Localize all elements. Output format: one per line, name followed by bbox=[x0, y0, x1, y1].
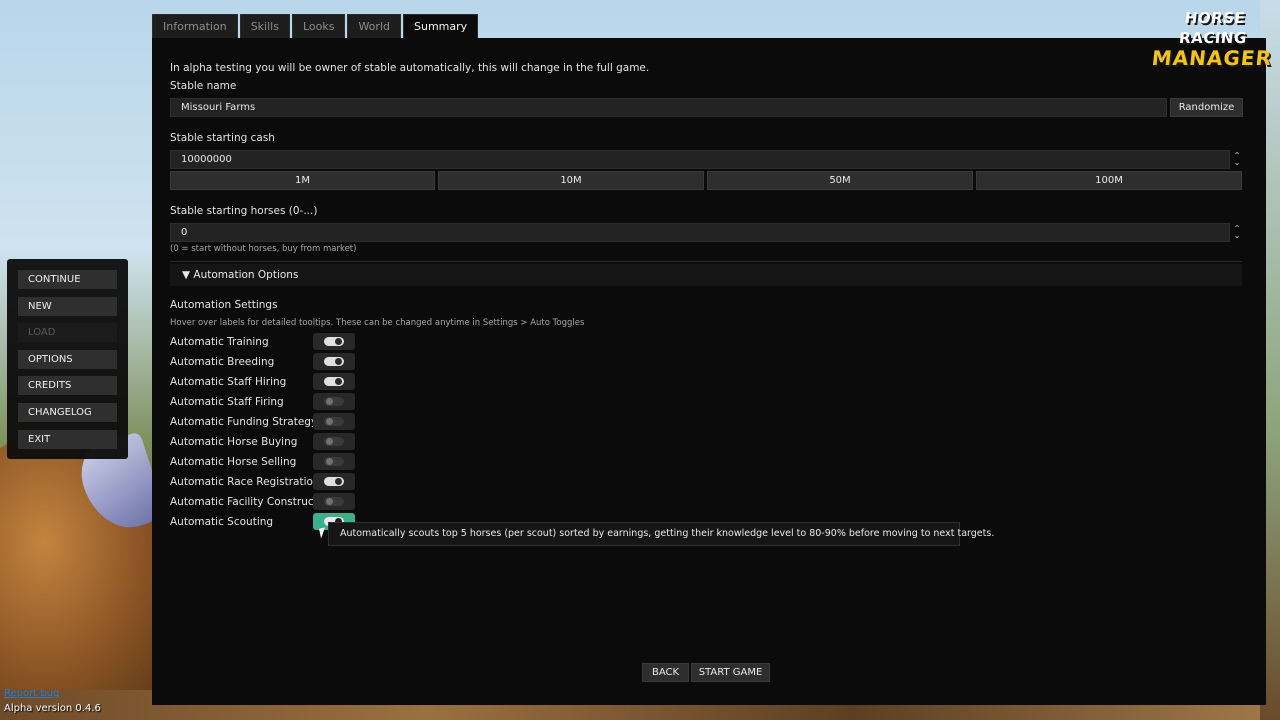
menu-options-button[interactable]: OPTIONS bbox=[18, 350, 117, 369]
menu-continue-button[interactable]: CONTINUE bbox=[18, 270, 117, 289]
toggle-row-training: Automatic Training bbox=[170, 333, 360, 353]
game-logo: HORSE RACING MANAGER bbox=[1150, 8, 1275, 70]
tab-looks[interactable]: Looks bbox=[291, 14, 346, 38]
section-divider bbox=[170, 261, 1242, 262]
starting-horses-label: Stable starting horses (0-...) bbox=[170, 205, 318, 217]
toggle-row-horse-buying: Automatic Horse Buying bbox=[170, 433, 360, 453]
automatic-staff-firing-toggle[interactable] bbox=[313, 393, 355, 410]
automatic-breeding-toggle[interactable] bbox=[313, 353, 355, 370]
toggle-row-staff-hiring: Automatic Staff Hiring bbox=[170, 373, 360, 393]
toggle-label: Automatic Horse Selling bbox=[170, 456, 297, 468]
tab-skills[interactable]: Skills bbox=[239, 14, 290, 38]
toggle-label: Automatic Race Registration bbox=[170, 476, 320, 488]
randomize-button[interactable]: Randomize bbox=[1170, 98, 1243, 117]
scouting-tooltip: Automatically scouts top 5 horses (per s… bbox=[328, 522, 994, 546]
toggle-row-breeding: Automatic Breeding bbox=[170, 353, 360, 373]
tab-summary[interactable]: Summary bbox=[402, 14, 479, 38]
toggle-row-funding-strategy: Automatic Funding Strategy bbox=[170, 413, 360, 433]
alpha-notice: In alpha testing you will be owner of st… bbox=[170, 62, 650, 74]
starting-cash-label: Stable starting cash bbox=[170, 132, 275, 144]
report-bug-link[interactable]: Report bug bbox=[4, 688, 59, 699]
summary-panel: In alpha testing you will be owner of st… bbox=[152, 38, 1266, 705]
toggle-row-staff-firing: Automatic Staff Firing bbox=[170, 393, 360, 413]
starting-horses-hint: (0 = start without horses, buy from mark… bbox=[170, 244, 357, 254]
cash-stepper[interactable]: ⌃ ⌄ bbox=[1232, 152, 1242, 167]
toggle-label: Automatic Staff Firing bbox=[170, 396, 284, 408]
automation-options-header[interactable]: ▼ Automation Options bbox=[170, 264, 1242, 286]
logo-line-2: MANAGER bbox=[1150, 46, 1274, 70]
menu-load-button: LOAD bbox=[18, 323, 117, 342]
starting-cash-input[interactable]: 10000000 bbox=[170, 150, 1230, 169]
toggle-row-race-registration: Automatic Race Registration bbox=[170, 473, 360, 493]
tab-information[interactable]: Information bbox=[152, 14, 238, 38]
toggle-label: Automatic Scouting bbox=[170, 516, 274, 528]
tab-bar: Information Skills Looks World Summary bbox=[152, 14, 479, 38]
menu-credits-button[interactable]: CREDITS bbox=[18, 376, 117, 395]
stepper-down-icon[interactable]: ⌄ bbox=[1232, 232, 1242, 240]
toggle-label: Automatic Funding Strategy bbox=[170, 416, 318, 428]
automatic-horse-buying-toggle[interactable] bbox=[313, 433, 355, 450]
automation-settings-title: Automation Settings bbox=[170, 299, 278, 311]
toggle-row-facility-construction: Automatic Facility Construction bbox=[170, 493, 360, 513]
version-label: Alpha version 0.4.6 bbox=[4, 703, 101, 714]
toggle-label: Automatic Staff Hiring bbox=[170, 376, 287, 388]
toggle-label: Automatic Horse Buying bbox=[170, 436, 298, 448]
menu-new-button[interactable]: NEW bbox=[18, 297, 117, 316]
cash-preset-10m-button[interactable]: 10M bbox=[438, 171, 704, 190]
automatic-horse-selling-toggle[interactable] bbox=[313, 453, 355, 470]
menu-exit-button[interactable]: EXIT bbox=[18, 430, 117, 449]
automatic-facility-construction-toggle[interactable] bbox=[313, 493, 355, 510]
cash-preset-100m-button[interactable]: 100M bbox=[976, 171, 1242, 190]
tab-world[interactable]: World bbox=[347, 14, 401, 38]
stable-name-label: Stable name bbox=[170, 80, 237, 92]
toggle-row-horse-selling: Automatic Horse Selling bbox=[170, 453, 360, 473]
starting-horses-input[interactable]: 0 bbox=[170, 223, 1230, 242]
automatic-race-registration-toggle[interactable] bbox=[313, 473, 355, 490]
toggle-label: Automatic Facility Construction bbox=[170, 496, 334, 508]
automatic-funding-strategy-toggle[interactable] bbox=[313, 413, 355, 430]
cash-preset-50m-button[interactable]: 50M bbox=[707, 171, 973, 190]
stepper-down-icon[interactable]: ⌄ bbox=[1232, 159, 1242, 167]
cash-preset-1m-button[interactable]: 1M bbox=[170, 171, 435, 190]
automatic-training-toggle[interactable] bbox=[313, 333, 355, 350]
menu-changelog-button[interactable]: CHANGELOG bbox=[18, 403, 117, 422]
toggle-label: Automatic Breeding bbox=[170, 356, 275, 368]
start-game-button[interactable]: START GAME bbox=[691, 663, 770, 682]
logo-line-1: HORSE RACING bbox=[1178, 9, 1248, 47]
automation-settings-hint: Hover over labels for detailed tooltips.… bbox=[170, 318, 585, 328]
horses-stepper[interactable]: ⌃ ⌄ bbox=[1232, 225, 1242, 240]
automatic-staff-hiring-toggle[interactable] bbox=[313, 373, 355, 390]
main-menu: CONTINUE NEW LOAD OPTIONS CREDITS CHANGE… bbox=[7, 259, 128, 459]
stable-name-input[interactable]: Missouri Farms bbox=[170, 98, 1167, 117]
back-button[interactable]: BACK bbox=[642, 663, 689, 682]
toggle-label: Automatic Training bbox=[170, 336, 269, 348]
